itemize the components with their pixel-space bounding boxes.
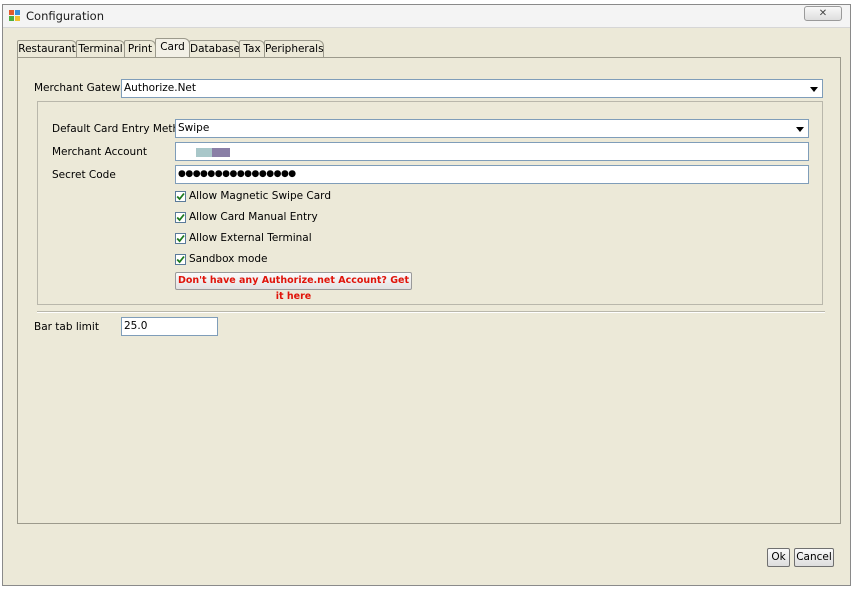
tab-label: Peripherals	[265, 43, 324, 55]
tab-label: Database	[190, 43, 241, 55]
entry-method-label: Default Card Entry Method	[52, 123, 193, 135]
section-separator	[37, 311, 825, 313]
tab-tax[interactable]: Tax	[239, 40, 265, 57]
tab-label: Restaurant	[18, 43, 76, 55]
authorize-net-signup-link[interactable]: Don't have any Authorize.net Account? Ge…	[175, 272, 412, 302]
entry-method-dropdown[interactable]: Swipe	[175, 119, 809, 138]
redaction-block	[212, 148, 230, 157]
sandbox-mode-checkbox[interactable]	[175, 254, 186, 265]
external-terminal-label: Allow External Terminal	[189, 232, 312, 244]
tab-label: Print	[127, 43, 153, 55]
close-icon: ✕	[818, 8, 828, 19]
tab-peripherals[interactable]: Peripherals	[264, 40, 324, 57]
merchant-gateway-label: Merchant Gateway	[34, 82, 133, 94]
manual-entry-label: Allow Card Manual Entry	[189, 211, 318, 223]
checkmark-icon	[176, 213, 185, 222]
tab-label: Card	[160, 41, 185, 53]
magnetic-swipe-checkbox[interactable]	[175, 191, 186, 202]
bar-tab-limit-label: Bar tab limit	[34, 321, 99, 333]
tab-restaurant[interactable]: Restaurant	[17, 40, 77, 57]
tab-print[interactable]: Print	[124, 40, 156, 57]
secret-code-value: ●●●●●●●●●●●●●●●●	[178, 169, 296, 179]
sandbox-mode-label: Sandbox mode	[189, 253, 268, 265]
checkmark-icon	[176, 255, 185, 264]
external-terminal-checkbox[interactable]	[175, 233, 186, 244]
secret-code-input[interactable]: ●●●●●●●●●●●●●●●●	[175, 165, 809, 184]
tab-card[interactable]: Card	[155, 38, 190, 57]
entry-method-value: Swipe	[178, 122, 210, 134]
merchant-gateway-value: Authorize.Net	[124, 82, 197, 94]
window-title: Configuration	[26, 9, 104, 23]
tab-label: Tax	[243, 43, 261, 55]
chevron-down-icon	[796, 127, 804, 132]
merchant-account-input[interactable]	[175, 142, 809, 161]
chevron-down-icon	[810, 87, 818, 92]
tab-database[interactable]: Database	[189, 40, 240, 57]
checkmark-icon	[176, 234, 185, 243]
close-button[interactable]: ✕	[804, 6, 842, 21]
cancel-button[interactable]: Cancel	[794, 548, 834, 567]
manual-entry-checkbox[interactable]	[175, 212, 186, 223]
signup-link-label: Don't have any Authorize.net Account? Ge…	[177, 275, 410, 302]
bar-tab-limit-value: 25.0	[124, 320, 148, 332]
card-tab-panel: Merchant Gateway Authorize.Net Default C…	[17, 57, 841, 524]
bar-tab-limit-input[interactable]: 25.0	[121, 317, 218, 336]
ok-button[interactable]: Ok	[767, 548, 790, 567]
magnetic-swipe-label: Allow Magnetic Swipe Card	[189, 190, 331, 202]
checkmark-icon	[176, 192, 185, 201]
title-bar: Configuration ✕	[3, 5, 850, 28]
merchant-gateway-dropdown[interactable]: Authorize.Net	[121, 79, 823, 98]
gateway-settings-group: Default Card Entry Method Swipe Merchant…	[37, 101, 823, 305]
ok-label: Ok	[771, 551, 786, 563]
configuration-window: Configuration ✕ Restaurant Terminal Prin…	[2, 4, 851, 586]
cancel-label: Cancel	[796, 551, 832, 563]
secret-code-label: Secret Code	[52, 169, 116, 181]
merchant-account-label: Merchant Account	[52, 146, 147, 158]
app-grid-icon	[9, 10, 21, 22]
tab-label: Terminal	[78, 43, 123, 55]
tab-terminal[interactable]: Terminal	[76, 40, 125, 57]
redaction-block	[196, 148, 212, 157]
